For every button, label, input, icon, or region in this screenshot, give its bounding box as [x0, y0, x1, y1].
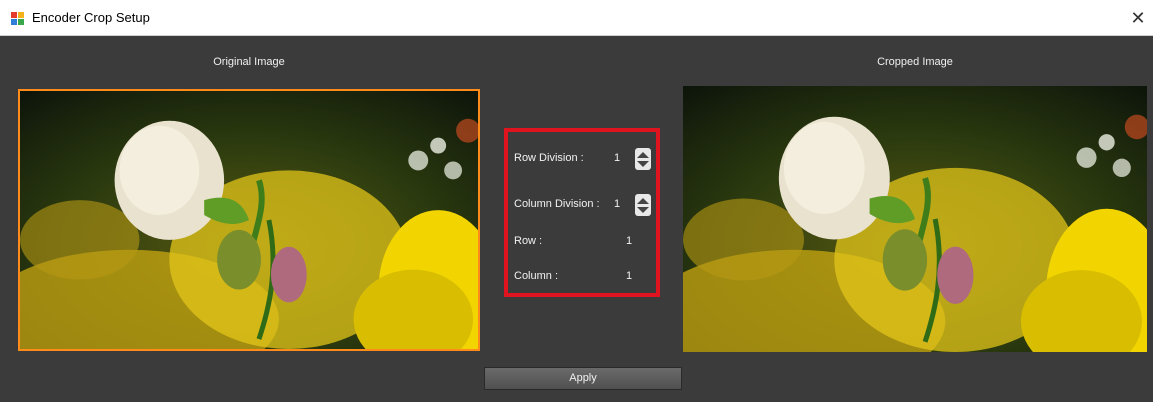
column-value: 1 — [626, 270, 633, 282]
spin-up-icon[interactable] — [637, 151, 649, 158]
row-value: 1 — [626, 235, 633, 247]
column-division-spinner[interactable] — [635, 194, 651, 216]
close-icon[interactable]: ✕ — [1125, 5, 1151, 31]
spin-down-icon[interactable] — [637, 160, 649, 167]
row-division-spinner[interactable] — [635, 148, 651, 170]
row-division-value: 1 — [614, 152, 621, 164]
crop-controls-panel: Row Division : 1 Column Division : 1 Row… — [504, 128, 660, 297]
cropped-image-label: Cropped Image — [877, 56, 953, 68]
spin-up-icon[interactable] — [637, 197, 649, 204]
cropped-image — [683, 86, 1147, 352]
column-label: Column : — [514, 270, 559, 282]
original-image-label: Original Image — [213, 56, 285, 68]
title-bar: Encoder Crop Setup ✕ — [0, 0, 1153, 36]
apply-button[interactable]: Apply — [484, 367, 682, 390]
flower-photo-cropped — [683, 86, 1147, 352]
original-image[interactable] — [18, 89, 480, 351]
spin-down-icon[interactable] — [637, 206, 649, 213]
column-division-value: 1 — [614, 198, 621, 210]
row-label: Row : — [514, 235, 543, 247]
flower-photo-original — [20, 91, 478, 349]
column-division-label: Column Division : — [514, 198, 600, 210]
window-title: Encoder Crop Setup — [32, 10, 150, 25]
app-icon — [11, 12, 24, 25]
row-division-label: Row Division : — [514, 152, 584, 164]
